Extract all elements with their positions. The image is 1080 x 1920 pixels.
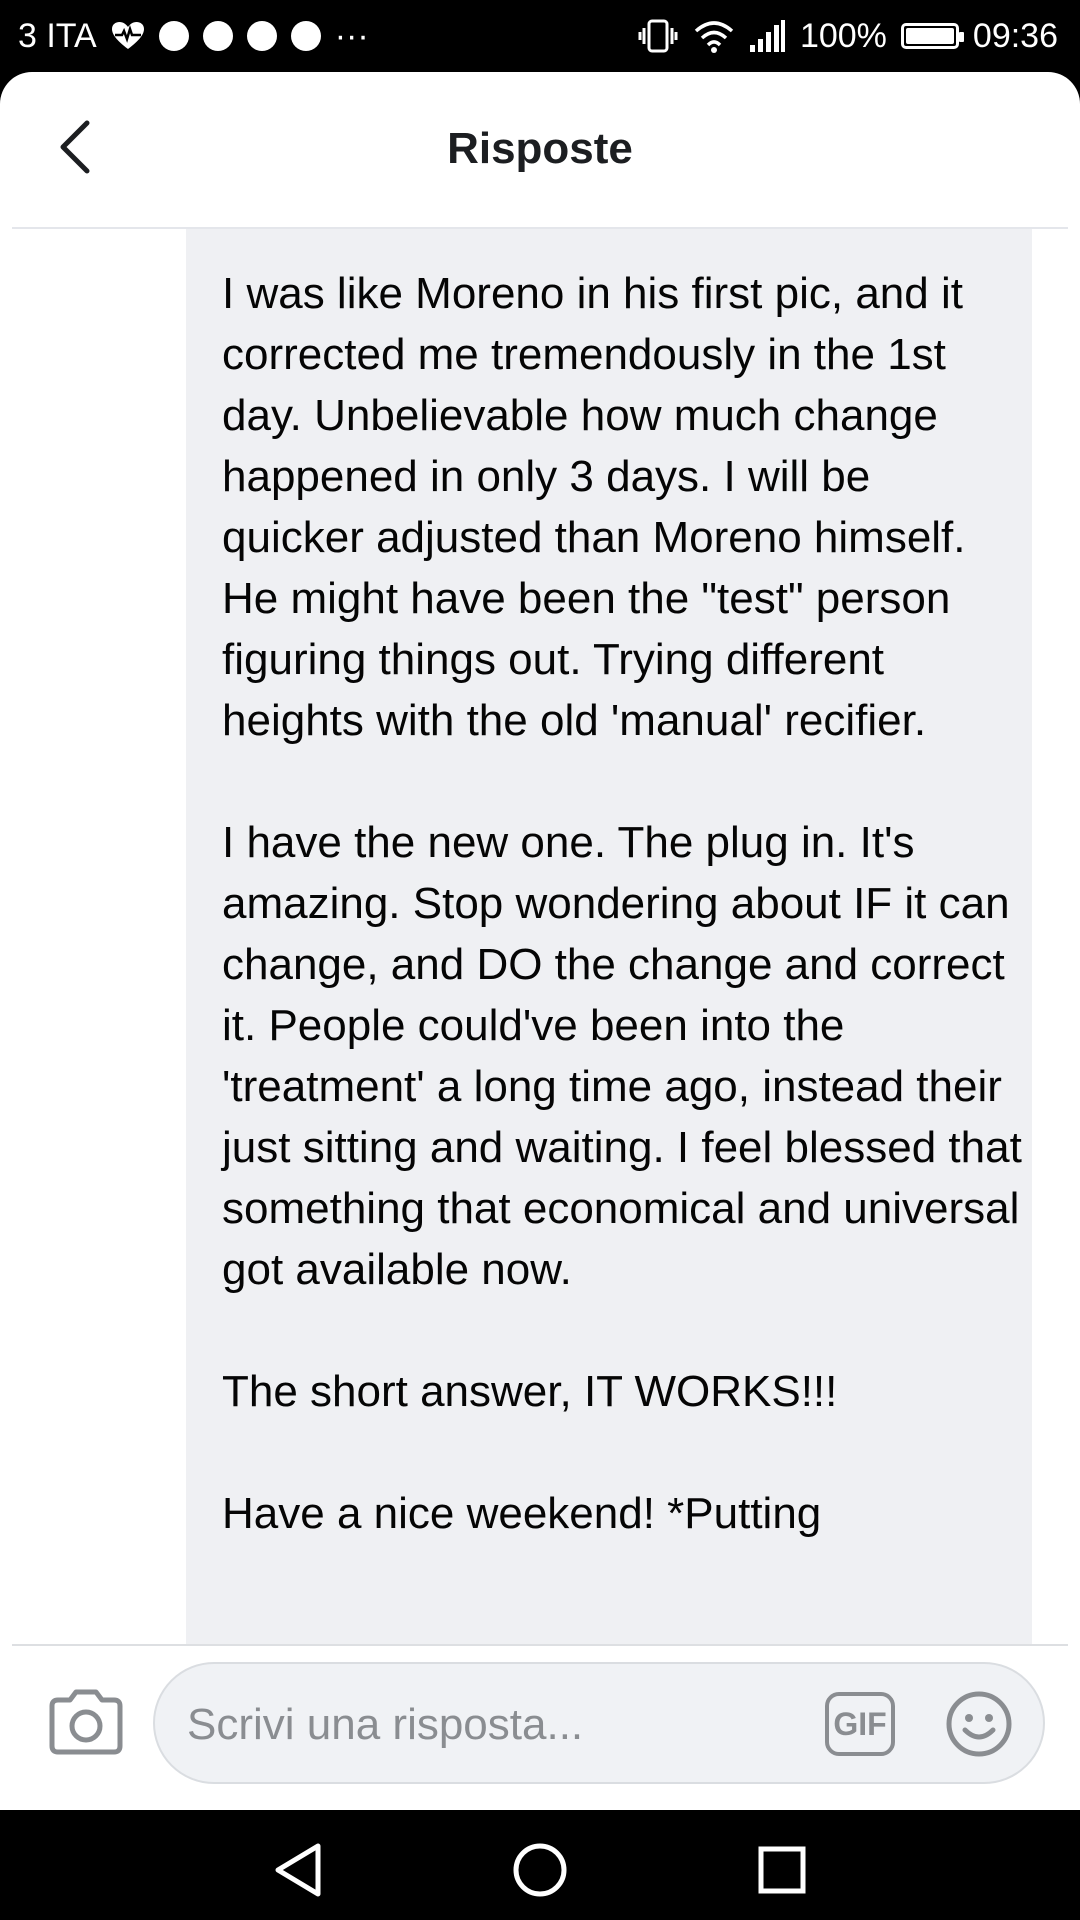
upload-icon: [290, 21, 321, 51]
system-nav-bar: [0, 1810, 1080, 1920]
signal-icon: [748, 19, 786, 53]
comment-paragraph: I was like Moreno in his first pic, and …: [222, 269, 966, 745]
soccer-icon: [158, 21, 189, 51]
comment-body: I was like Moreno in his first pic, and …: [222, 263, 1022, 1605]
home-circle-icon[interactable]: [510, 1840, 570, 1900]
status-bar-right: 100% 09:36: [636, 14, 1058, 58]
header: Risposte: [0, 72, 1080, 229]
reply-input[interactable]: [185, 1692, 749, 1758]
camera-icon[interactable]: [46, 1684, 126, 1758]
messenger-icon: [202, 21, 233, 51]
reply-input-container[interactable]: GIF: [153, 1662, 1045, 1784]
heart-rate-icon: [111, 21, 145, 51]
wifi-icon: [694, 19, 734, 53]
clock: 09:36: [972, 17, 1058, 55]
battery-percent: 100%: [799, 17, 887, 55]
status-bar-left: 3 ITA ···: [18, 14, 369, 58]
replies-sheet: Risposte I was like Moreno in his first …: [0, 72, 1080, 1810]
battery-fill: [905, 28, 954, 44]
comment-bubble[interactable]: I was like Moreno in his first pic, and …: [186, 229, 1032, 1644]
vibrate-icon: [636, 18, 680, 54]
smiley-icon[interactable]: [945, 1690, 1013, 1758]
comment-paragraph: I have the new one. The plug in. It's am…: [222, 818, 1022, 1294]
status-bar: 3 ITA ··· 100% 09:36: [0, 0, 1080, 72]
comment-thread[interactable]: I was like Moreno in his first pic, and …: [0, 229, 1080, 1644]
back-triangle-icon[interactable]: [270, 1840, 330, 1900]
comment-paragraph: The short answer, IT WORKS!!!: [222, 1367, 838, 1416]
chrome-icon: [246, 21, 277, 51]
battery-icon: [900, 23, 964, 49]
gif-button[interactable]: GIF: [825, 1692, 895, 1756]
page-title: Risposte: [447, 124, 633, 173]
comment-paragraph: Have a nice weekend! *Putting: [222, 1489, 822, 1538]
carrier-label: 3 ITA: [18, 17, 97, 55]
reply-composer: GIF: [0, 1646, 1080, 1810]
recents-square-icon[interactable]: [752, 1840, 812, 1900]
overflow-indicator: ···: [334, 17, 369, 55]
